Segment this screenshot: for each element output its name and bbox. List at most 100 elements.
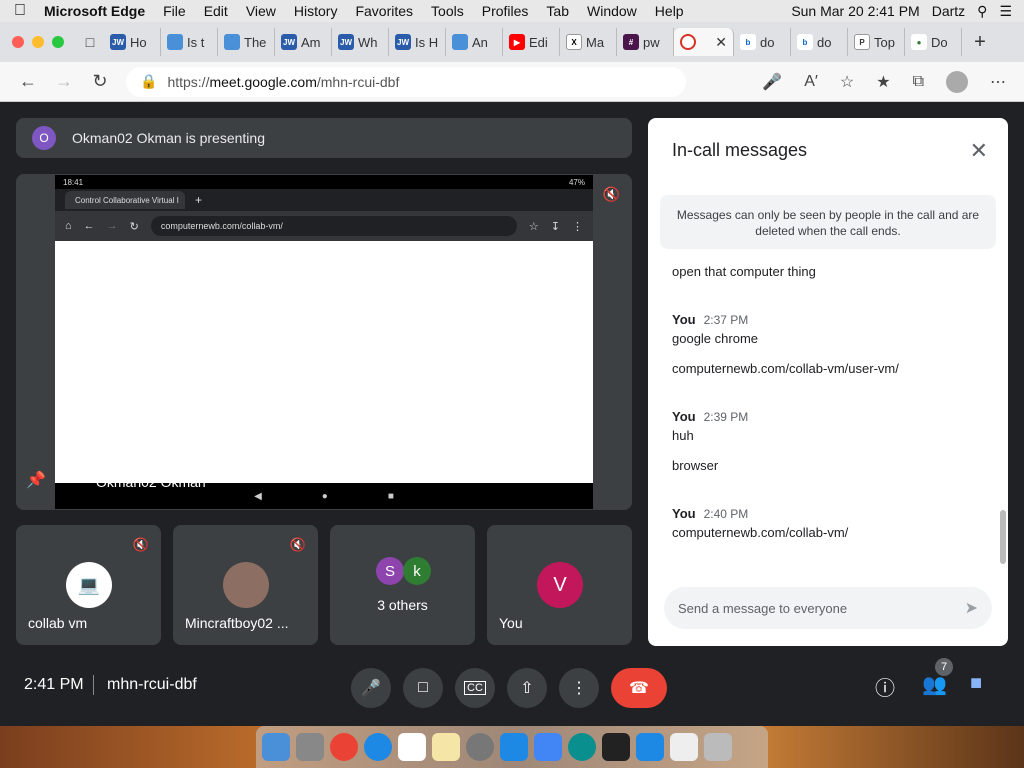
- browser-tab[interactable]: b do: [734, 28, 791, 56]
- shared-home-icon: ⌂: [65, 220, 72, 232]
- spotlight-search-icon[interactable]: ⚲: [977, 3, 987, 20]
- leave-call-button[interactable]: ☎: [611, 668, 667, 708]
- present-button[interactable]: ⇧: [507, 668, 547, 708]
- lock-icon[interactable]: 🔒: [140, 73, 157, 90]
- notes-icon[interactable]: [432, 733, 460, 761]
- browser-tab[interactable]: b do: [791, 28, 848, 56]
- browser-tab[interactable]: P Top: [848, 28, 905, 56]
- back-button[interactable]: ←: [10, 71, 46, 92]
- menu-help[interactable]: Help: [646, 3, 693, 19]
- microphone-permission-icon[interactable]: 🎤: [762, 72, 782, 92]
- menubar-user[interactable]: Dartz: [932, 3, 965, 19]
- trash-icon[interactable]: [704, 733, 732, 761]
- forward-button[interactable]: →: [46, 71, 82, 92]
- browser-tab[interactable]: ● Do: [905, 28, 962, 56]
- menu-file[interactable]: File: [154, 3, 195, 19]
- menu-favorites[interactable]: Favorites: [346, 3, 422, 19]
- menu-view[interactable]: View: [237, 3, 285, 19]
- launchpad-icon[interactable]: [296, 733, 324, 761]
- doc-favicon-icon: [452, 34, 468, 50]
- browser-tab-active[interactable]: ✕: [674, 28, 734, 56]
- address-bar[interactable]: 🔒 https://meet.google.com/mhn-rcui-dbf: [126, 66, 686, 97]
- shared-nav-home-icon: ●: [321, 490, 328, 502]
- doc-favicon-icon: [224, 34, 240, 50]
- terminal-icon[interactable]: [602, 733, 630, 761]
- pin-icon[interactable]: 📌: [26, 470, 46, 490]
- edge-icon[interactable]: [568, 733, 596, 761]
- app-store-alt-icon[interactable]: [636, 733, 664, 761]
- browser-tab[interactable]: X Ma: [560, 28, 617, 56]
- add-favorite-icon[interactable]: ☆: [840, 72, 854, 92]
- close-tab-icon[interactable]: ✕: [715, 34, 727, 51]
- new-tab-button[interactable]: +: [962, 31, 998, 54]
- browser-tab[interactable]: # pw: [617, 28, 674, 56]
- virtualbox-icon[interactable]: [534, 733, 562, 761]
- chrome-icon[interactable]: [330, 733, 358, 761]
- zoom-window-button[interactable]: [52, 36, 64, 48]
- finder-icon[interactable]: [262, 733, 290, 761]
- browser-tab[interactable]: JW Am: [275, 28, 332, 56]
- control-center-icon[interactable]: ☰: [999, 3, 1012, 20]
- browser-tab[interactable]: Is t: [161, 28, 218, 56]
- captions-button[interactable]: CC: [455, 668, 495, 708]
- read-aloud-icon[interactable]: A′: [804, 73, 818, 91]
- bing-favicon-icon: b: [740, 34, 756, 50]
- tab-actions-icon[interactable]: □: [76, 34, 104, 50]
- tab-label: Is H: [415, 34, 439, 50]
- chat-input-placeholder: Send a message to everyone: [678, 600, 848, 616]
- menu-edit[interactable]: Edit: [195, 3, 237, 19]
- browser-tab[interactable]: An: [446, 28, 503, 56]
- self-tile[interactable]: V You: [487, 525, 632, 645]
- profile-avatar[interactable]: [946, 70, 968, 93]
- document-icon[interactable]: [670, 733, 698, 761]
- favorites-icon[interactable]: ★: [876, 72, 890, 92]
- apple-icon[interactable]: : [0, 2, 40, 20]
- minimize-window-button[interactable]: [32, 36, 44, 48]
- chat-input[interactable]: Send a message to everyone ➤: [664, 587, 992, 629]
- microphone-button[interactable]: 🎤: [351, 668, 391, 708]
- presenter-avatar: O: [32, 126, 56, 150]
- reload-button[interactable]: ↻: [82, 71, 118, 92]
- participant-tile[interactable]: 🔇 Mincraftboy02 ...: [173, 525, 318, 645]
- more-options-button[interactable]: ⋮: [559, 668, 599, 708]
- send-icon[interactable]: ➤: [965, 598, 992, 618]
- meeting-details-icon[interactable]: ⓘ: [875, 672, 895, 701]
- mincraftboy-avatar: [223, 562, 269, 608]
- browser-tab[interactable]: The: [218, 28, 275, 56]
- tab-label: pw: [643, 34, 660, 50]
- menu-tab[interactable]: Tab: [537, 3, 578, 19]
- chat-sender: You: [672, 312, 696, 327]
- menu-history[interactable]: History: [285, 3, 347, 19]
- shared-screen: 18:41 47% Control Collaborative Virtual …: [55, 175, 593, 509]
- presenting-banner: O Okman02 Okman is presenting: [16, 118, 632, 158]
- chat-message-header: You 2:40 PM: [672, 506, 748, 521]
- browser-tab[interactable]: JW Wh: [332, 28, 389, 56]
- shared-url: computernewb.com/collab-vm/: [150, 216, 517, 236]
- calendar-icon[interactable]: [398, 733, 426, 761]
- app-store-icon[interactable]: [500, 733, 528, 761]
- menu-window[interactable]: Window: [578, 3, 646, 19]
- browser-tab[interactable]: ▶ Edi: [503, 28, 560, 56]
- menu-tools[interactable]: Tools: [422, 3, 473, 19]
- participant-tile[interactable]: 🔇 💻 collab vm: [16, 525, 161, 645]
- chat-icon[interactable]: ■: [970, 672, 982, 695]
- menubar-clock[interactable]: Sun Mar 20 2:41 PM: [791, 3, 919, 19]
- camera-button[interactable]: □: [403, 668, 443, 708]
- meet-page: O Okman02 Okman is presenting 18:41 47% …: [0, 102, 1024, 724]
- collections-icon[interactable]: ⧉: [913, 73, 924, 91]
- shared-star-icon: ☆: [528, 220, 539, 233]
- tab-label: Top: [874, 34, 895, 50]
- close-window-button[interactable]: [12, 36, 24, 48]
- browser-tab[interactable]: JW Is H: [389, 28, 446, 56]
- more-menu-icon[interactable]: ⋯: [990, 72, 1006, 92]
- menu-profiles[interactable]: Profiles: [473, 3, 538, 19]
- system-preferences-icon[interactable]: [466, 733, 494, 761]
- chat-scrollbar[interactable]: [1000, 510, 1006, 564]
- presentation-stage[interactable]: 18:41 47% Control Collaborative Virtual …: [16, 174, 632, 510]
- browser-tab[interactable]: JW Ho: [104, 28, 161, 56]
- close-chat-button[interactable]: ✕: [970, 138, 988, 164]
- safari-icon[interactable]: [364, 733, 392, 761]
- shared-forward-icon: →: [106, 220, 118, 232]
- others-tile[interactable]: S k 3 others: [330, 525, 475, 645]
- menu-app-name[interactable]: Microsoft Edge: [40, 3, 154, 19]
